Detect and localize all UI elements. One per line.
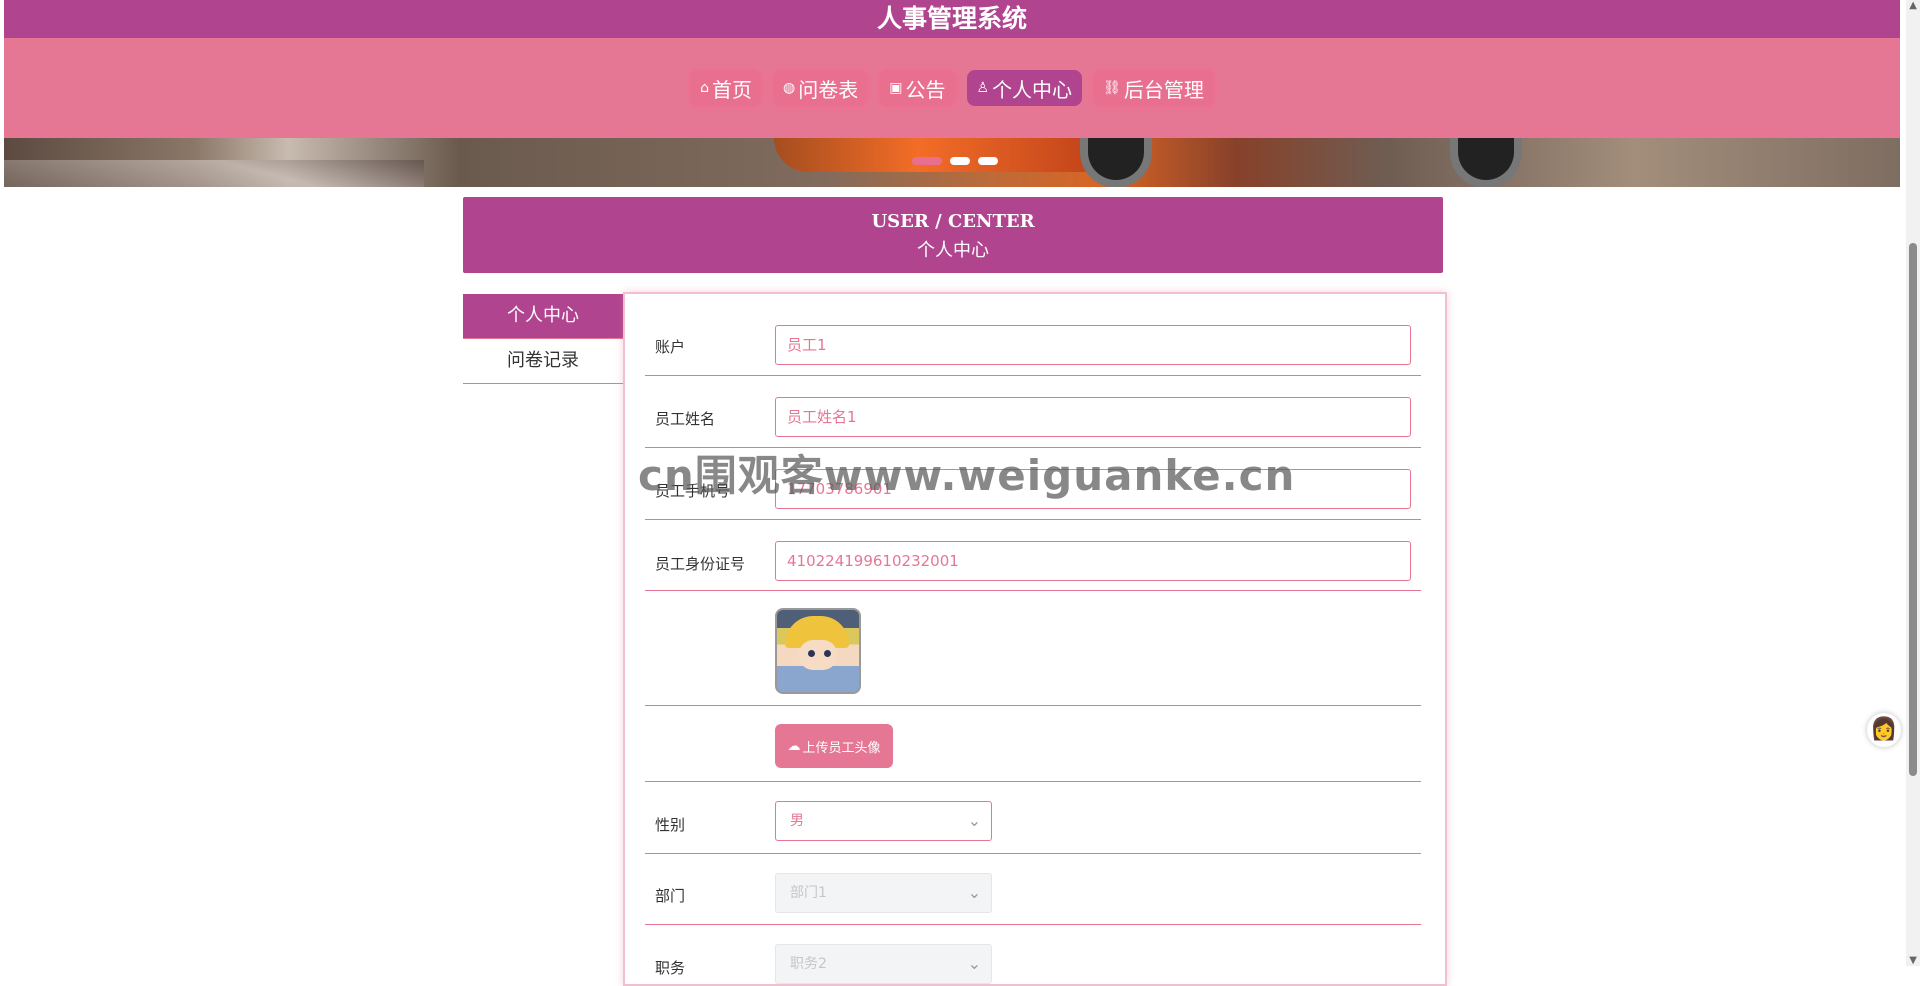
nav-home-label: 首页 [712, 77, 753, 102]
avatar-eye-icon [808, 650, 815, 657]
section-english-title: USER / CENTER [871, 211, 1035, 232]
form-row-position: 职务 职务2 ⌄ [645, 924, 1421, 984]
app-title: 人事管理系统 [876, 4, 1027, 33]
department-select: 部门1 ⌄ [775, 873, 992, 913]
user-center-header: USER / CENTER 个人中心 [463, 197, 1443, 273]
nav-notice[interactable]: ▣ 公告 [879, 70, 956, 106]
banner-wheel-image [1080, 138, 1152, 187]
globe-icon: ◍ [783, 80, 796, 96]
user-side-menu: 个人中心 问卷记录 [463, 294, 623, 384]
side-item-questionnaire-records[interactable]: 问卷记录 [463, 339, 623, 384]
scrollbar-thumb[interactable] [1909, 243, 1917, 776]
form-row-upload: ☁ 上传员工头像 [645, 705, 1421, 782]
app-title-bar: 人事管理系统 [4, 0, 1900, 38]
section-chinese-title: 个人中心 [917, 240, 989, 261]
carousel-dot-1[interactable] [912, 157, 942, 165]
employee-id-field[interactable]: 410224199610232001 [775, 541, 1411, 581]
form-row-id: 员工身份证号 410224199610232001 [645, 519, 1421, 591]
user-icon: ♙ [976, 80, 990, 96]
side-item-label: 问卷记录 [507, 350, 579, 371]
carousel-dot-3[interactable] [978, 157, 998, 165]
link-icon: ⛓ [1103, 80, 1121, 96]
assistant-avatar-icon[interactable]: 👩 [1867, 713, 1901, 747]
account-label: 账户 [655, 338, 686, 356]
main-navigation-band: ⌂ 首页 ◍ 问卷表 ▣ 公告 ♙ 个人中心 ⛓ 后台管理 [4, 38, 1900, 138]
nav-admin-label: 后台管理 [1123, 77, 1204, 102]
account-field[interactable]: 员工1 [775, 325, 1411, 365]
department-label: 部门 [655, 887, 686, 905]
position-select: 职务2 ⌄ [775, 944, 992, 984]
form-row-gender: 性别 男 ⌄ [645, 781, 1421, 854]
form-row-name: 员工姓名 员工姓名1 [645, 375, 1421, 448]
nav-admin[interactable]: ⛓ 后台管理 [1093, 70, 1214, 106]
form-row-account: 账户 员工1 [645, 294, 1421, 376]
main-navigation: ⌂ 首页 ◍ 问卷表 ▣ 公告 ♙ 个人中心 ⛓ 后台管理 [4, 70, 1900, 106]
scroll-up-arrow-icon[interactable]: ▲ [1909, 0, 1917, 11]
nav-questionnaire-label: 问卷表 [798, 77, 859, 102]
gender-value: 男 [790, 813, 804, 829]
home-icon: ⌂ [700, 80, 710, 96]
cloud-upload-icon: ☁ [787, 738, 801, 754]
chevron-down-icon: ⌄ [967, 811, 981, 830]
employee-name-label: 员工姓名 [655, 410, 716, 428]
chevron-down-icon: ⌄ [967, 954, 981, 973]
employee-name-field[interactable]: 员工姓名1 [775, 397, 1411, 437]
carousel-banner [4, 138, 1900, 187]
position-value: 职务2 [790, 956, 827, 972]
banner-wheel-image [1450, 138, 1522, 187]
nav-questionnaire[interactable]: ◍ 问卷表 [773, 70, 869, 106]
chevron-down-icon: ⌄ [967, 883, 981, 902]
scroll-down-arrow-icon[interactable]: ▼ [1909, 955, 1917, 966]
avatar-face-icon [799, 640, 837, 670]
side-item-personal-center[interactable]: 个人中心 [463, 294, 623, 339]
notice-icon: ▣ [889, 80, 903, 96]
form-row-department: 部门 部门1 ⌄ [645, 853, 1421, 925]
upload-avatar-button[interactable]: ☁ 上传员工头像 [775, 724, 893, 768]
carousel-dot-2[interactable] [950, 157, 970, 165]
carousel-indicators [912, 157, 998, 165]
employee-avatar [775, 608, 861, 694]
nav-personal-center-label: 个人中心 [992, 77, 1073, 102]
avatar-eye-icon [824, 650, 831, 657]
side-item-label: 个人中心 [507, 305, 579, 326]
gender-select[interactable]: 男 ⌄ [775, 801, 992, 841]
user-profile-form: 账户 员工1 员工姓名 员工姓名1 员工手机号 17703786901 员工身份… [623, 292, 1447, 986]
position-label: 职务 [655, 959, 686, 977]
vertical-scrollbar[interactable]: ▲ ▼ [1906, 0, 1920, 966]
watermark-text: cn围观客www.weiguanke.cn [638, 451, 1296, 500]
nav-notice-label: 公告 [905, 77, 946, 102]
nav-home[interactable]: ⌂ 首页 [690, 70, 763, 106]
gender-label: 性别 [655, 816, 686, 834]
department-value: 部门1 [790, 885, 827, 901]
banner-road-image [4, 160, 424, 187]
nav-personal-center[interactable]: ♙ 个人中心 [966, 70, 1083, 106]
employee-id-label: 员工身份证号 [655, 555, 746, 573]
form-row-avatar [645, 590, 1421, 706]
upload-avatar-label: 上传员工头像 [802, 740, 881, 756]
